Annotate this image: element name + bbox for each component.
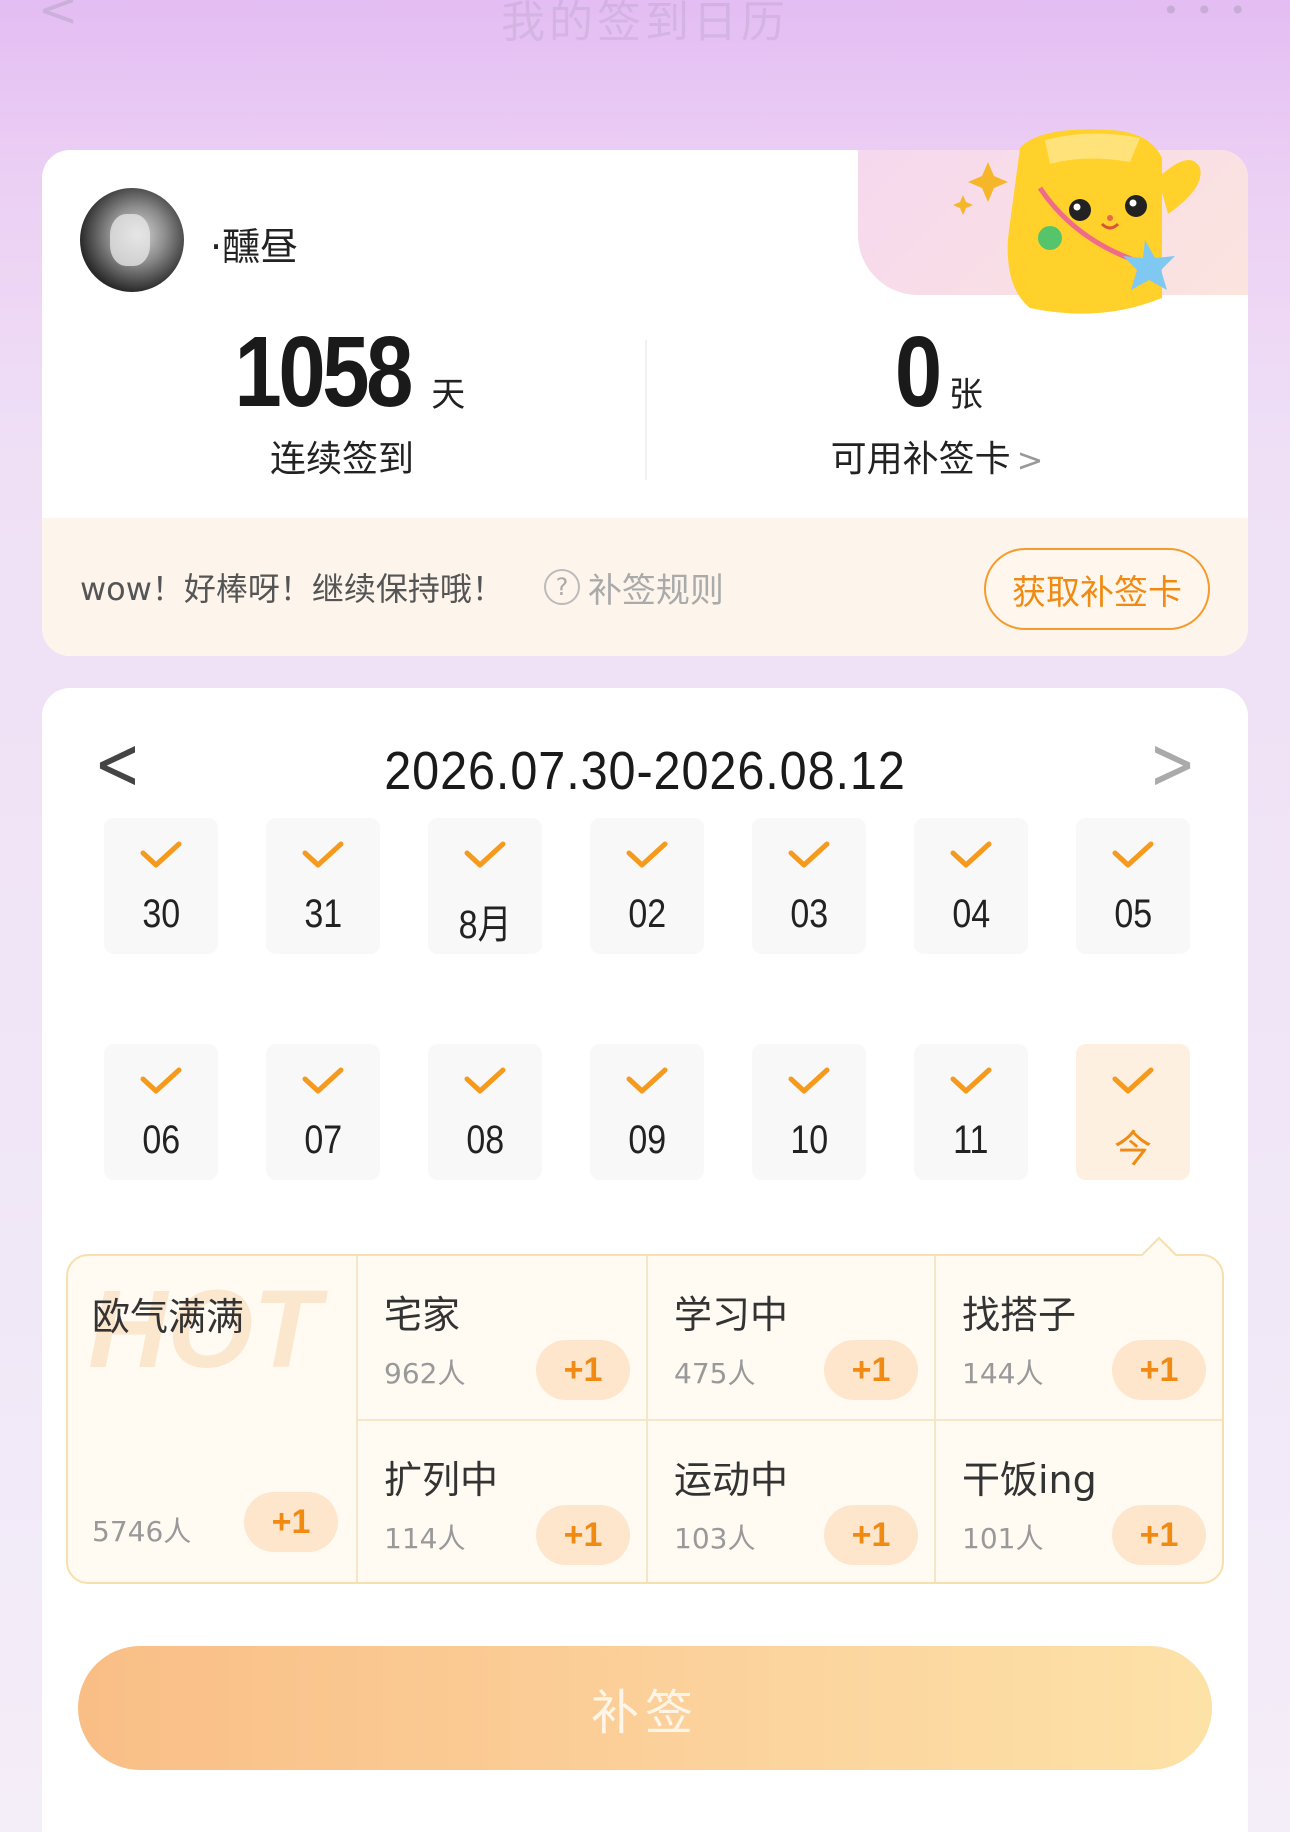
day-label: 06 [142,1118,180,1162]
check-icon [140,841,182,868]
tag-count: 475人 [674,1357,756,1390]
tag-item[interactable]: 宅家 962人 +1 [358,1256,646,1419]
encouragement-text: wow！好棒呀！继续保持哦！ [80,570,504,608]
tag-name: 找搭子 [962,1293,1077,1337]
mood-tags-panel: HOT 欧气满满 5746人 +1 宅家 962人 +1 学习中 475人 +1… [66,1236,1224,1584]
day-cell[interactable]: 30 [104,818,218,954]
day-cell[interactable]: 09 [590,1044,704,1180]
check-icon [464,1067,506,1094]
chevron-right-icon: > [1016,441,1044,479]
tag-item[interactable]: 学习中 475人 +1 [646,1256,934,1419]
cards-value: 0 [895,316,942,428]
mascot-illustration [953,129,1201,314]
day-label: 05 [1114,892,1152,936]
day-cell[interactable]: 07 [266,1044,380,1180]
check-icon [140,1067,182,1094]
day-cell[interactable]: 03 [752,818,866,954]
check-icon [1112,841,1154,868]
plus-one-button[interactable]: +1 [244,1492,338,1552]
top-bar: < 我的签到日历 • • • [0,0,1290,48]
streak-stat: 1058 天 连续签到 [92,318,592,482]
next-week-icon[interactable]: > [1149,722,1196,807]
plus-one-button[interactable]: +1 [824,1505,918,1565]
cards-label-row[interactable]: 可用补签卡 > [687,430,1187,482]
day-label-today: 今 [1113,1127,1152,1171]
day-label: 07 [304,1118,342,1162]
day-cell[interactable]: 06 [104,1044,218,1180]
check-icon [950,1067,992,1094]
plus-one-button[interactable]: +1 [1112,1340,1206,1400]
check-icon [788,1067,830,1094]
cards-unit: 张 [948,375,983,415]
day-label: 02 [628,892,666,936]
check-icon [950,841,992,868]
plus-one-button[interactable]: +1 [536,1340,630,1400]
username: ·醺昼 [210,225,299,269]
tag-item[interactable]: 扩列中 114人 +1 [358,1419,646,1582]
tag-count: 114人 [384,1522,466,1555]
day-cell[interactable]: 08 [428,1044,542,1180]
tag-name: 欧气满满 [92,1295,245,1339]
avatar[interactable] [80,188,184,292]
streak-value: 1058 [234,316,413,428]
day-label: 11 [953,1118,989,1162]
tag-item[interactable]: 找搭子 144人 +1 [934,1256,1222,1419]
tag-name: 扩列中 [384,1458,499,1502]
day-cell[interactable]: 31 [266,818,380,954]
date-range: 2026.07.30-2026.08.12 [384,741,906,801]
day-label: 08 [466,1118,504,1162]
check-icon [302,1067,344,1094]
makeup-rules-label: 补签规则 [587,570,724,611]
day-label: 03 [790,892,828,936]
tag-count: 962人 [384,1357,466,1390]
day-cell[interactable]: 8月 [428,818,542,954]
check-icon [1112,1067,1154,1094]
makeup-checkin-button[interactable]: 补签 [78,1646,1212,1770]
summary-footer: wow！好棒呀！继续保持哦！ ? 补签规则 获取补签卡 [42,518,1248,656]
page-title: 我的签到日历 [501,0,789,48]
tag-item[interactable]: 运动中 103人 +1 [646,1419,934,1582]
makeup-cards-stat[interactable]: 0 张 可用补签卡 > [687,318,1187,482]
day-label: 8月 [458,903,512,947]
cards-label: 可用补签卡 [830,439,1011,480]
day-grid: 30 31 8月 02 03 04 05 06 07 08 09 10 11 今 [104,818,1190,1180]
day-cell[interactable]: 04 [914,818,1028,954]
tag-name: 干饭ing [962,1458,1097,1502]
check-icon [464,841,506,868]
stat-divider [645,340,647,480]
day-label: 30 [142,892,180,936]
streak-label: 连续签到 [269,439,414,480]
tag-hot[interactable]: HOT 欧气满满 5746人 +1 [68,1256,358,1582]
plus-one-button[interactable]: +1 [824,1340,918,1400]
day-cell[interactable]: 02 [590,818,704,954]
check-icon [626,841,668,868]
check-icon [788,841,830,868]
plus-one-button[interactable]: +1 [1112,1505,1206,1565]
day-cell[interactable]: 10 [752,1044,866,1180]
day-label: 09 [628,1118,666,1162]
day-cell[interactable]: 11 [914,1044,1028,1180]
tag-count: 144人 [962,1357,1044,1390]
more-icon[interactable]: • • • [1163,0,1250,27]
tag-name: 运动中 [674,1458,789,1502]
day-label: 10 [790,1118,828,1162]
day-label: 31 [304,892,342,936]
tag-name: 宅家 [384,1293,461,1337]
day-label: 04 [952,892,990,936]
makeup-rules-link[interactable]: ? 补签规则 [543,563,724,612]
help-icon: ? [543,569,580,605]
tag-count: 103人 [674,1522,756,1555]
day-cell[interactable]: 05 [1076,818,1190,954]
tag-name: 学习中 [674,1293,789,1337]
plus-one-button[interactable]: +1 [536,1505,630,1565]
streak-unit: 天 [431,375,466,415]
tag-count: 101人 [962,1522,1044,1555]
check-icon [302,841,344,868]
day-cell-today[interactable]: 今 [1076,1044,1190,1180]
date-range-row: < 2026.07.30-2026.08.12 > [42,722,1248,812]
get-makeup-card-button[interactable]: 获取补签卡 [984,548,1210,630]
tag-count: 5746人 [92,1515,192,1548]
check-icon [626,1067,668,1094]
tag-item[interactable]: 干饭ing 101人 +1 [934,1419,1222,1582]
